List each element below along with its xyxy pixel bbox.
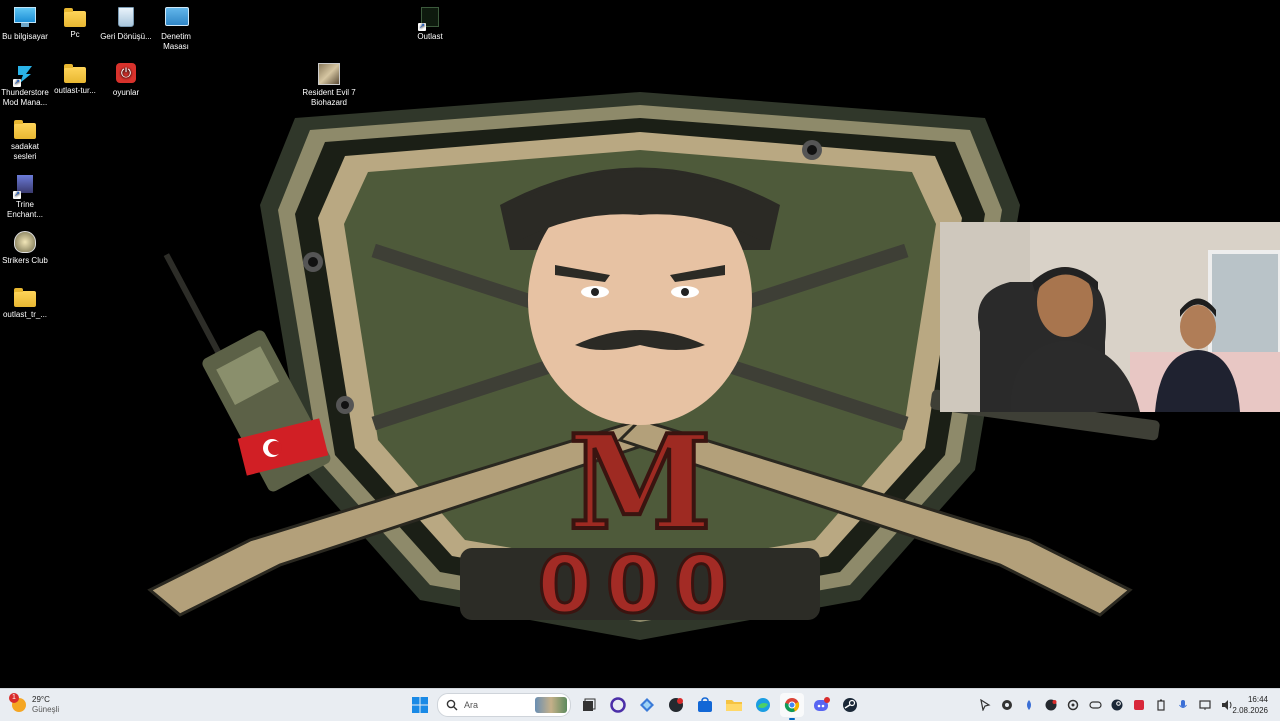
control-panel-icon bbox=[165, 7, 189, 29]
desktop-icon-recycle-bin[interactable]: Geri Dönüşü... bbox=[100, 3, 152, 42]
search-highlight-image bbox=[535, 697, 567, 713]
windows-logo-icon bbox=[412, 697, 428, 713]
taskbar: 1 29°C Güneşli Ara 16:44 2.08.2026 bbox=[0, 688, 1280, 721]
settings-tray-icon[interactable] bbox=[1066, 698, 1080, 712]
desktop-icon-label: sadakat sesleri bbox=[10, 142, 40, 161]
trine-game-icon bbox=[13, 175, 36, 199]
battery-tray-icon[interactable] bbox=[1154, 698, 1168, 712]
desktop-icon-outlast-tr-folder[interactable]: outlast_tr_... bbox=[0, 283, 51, 320]
taskbar-app-store[interactable] bbox=[693, 693, 717, 717]
desktop-icon-label: oyunlar bbox=[112, 88, 140, 97]
resident-evil-game-icon bbox=[318, 63, 340, 85]
droplet-tray-icon[interactable] bbox=[1022, 698, 1036, 712]
search-icon bbox=[446, 699, 458, 711]
taskbar-app-edge[interactable] bbox=[751, 693, 775, 717]
monitor-icon bbox=[14, 7, 36, 29]
sun-weather-icon: 1 bbox=[9, 693, 26, 712]
folder-icon bbox=[726, 700, 742, 711]
desktop-icon-resident-evil-7[interactable]: Resident Evil 7 Biohazard bbox=[302, 59, 356, 108]
folder-icon bbox=[14, 120, 36, 139]
strikers-club-icon bbox=[14, 231, 36, 253]
desktop-icon-trine-enchanted[interactable]: Trine Enchant... bbox=[0, 171, 51, 220]
desktop-icon-label: outlast_tr_... bbox=[2, 310, 48, 319]
chrome-browser-icon bbox=[784, 698, 800, 713]
search-placeholder: Ara bbox=[464, 700, 479, 710]
taskbar-app-github[interactable] bbox=[664, 693, 688, 717]
desktop-icon-label: Bu bilgisayar bbox=[2, 32, 48, 41]
power-button-icon: ⏻ bbox=[115, 63, 137, 85]
thunderstore-icon bbox=[13, 63, 36, 87]
notification-badge: 1 bbox=[9, 693, 19, 703]
taskbar-app-copilot[interactable] bbox=[635, 693, 659, 717]
task-view-button[interactable] bbox=[577, 693, 601, 717]
steam-tray-icon[interactable] bbox=[1110, 698, 1124, 712]
weather-condition: Güneşli bbox=[32, 705, 60, 714]
system-tray bbox=[978, 689, 1242, 721]
clock-time: 16:44 bbox=[1247, 695, 1268, 704]
desktop-icon-pc-folder[interactable]: Pc bbox=[49, 3, 101, 40]
desktop-icon-label: Resident Evil 7 Biohazard bbox=[302, 88, 356, 107]
desktop-icon-label: Thunderstore Mod Mana... bbox=[1, 88, 49, 107]
desktop-icon-control-panel[interactable]: Denetim Masası bbox=[150, 3, 202, 52]
recycle-bin-icon bbox=[115, 7, 137, 29]
discord-icon bbox=[814, 697, 830, 711]
taskbar-app-cortana[interactable] bbox=[606, 693, 630, 717]
webcam-overlay bbox=[940, 222, 1280, 412]
task-view-icon bbox=[583, 698, 596, 711]
weather-temperature: 29°C bbox=[32, 695, 50, 704]
desktop-icon-outlast[interactable]: Outlast bbox=[404, 3, 456, 42]
microphone-tray-icon[interactable] bbox=[1176, 698, 1190, 712]
desktop-icon-thunderstore[interactable]: Thunderstore Mod Mana... bbox=[0, 59, 51, 108]
diamond-app-icon bbox=[640, 698, 654, 712]
desktop-icon-label: Denetim Masası bbox=[161, 32, 191, 51]
taskbar-app-file-explorer[interactable] bbox=[722, 693, 746, 717]
desktop-icon-label: Strikers Club bbox=[2, 256, 48, 265]
start-button[interactable] bbox=[408, 693, 432, 717]
network-tray-icon[interactable] bbox=[1000, 698, 1014, 712]
desktop-icon-label: Outlast bbox=[417, 32, 443, 41]
github-tray-icon[interactable] bbox=[1044, 698, 1058, 712]
steam-icon bbox=[843, 698, 857, 712]
clock-date: 2.08.2026 bbox=[1232, 706, 1268, 715]
desktop-icon-label: Geri Dönüşü... bbox=[100, 32, 152, 41]
edge-browser-icon bbox=[756, 698, 770, 712]
folder-icon bbox=[64, 64, 86, 83]
wallpaper-letter: M bbox=[568, 406, 712, 559]
desktop-icon-outlast-tur-folder[interactable]: outlast-tur... bbox=[49, 59, 101, 96]
desktop-icon-this-pc[interactable]: Bu bilgisayar bbox=[0, 3, 51, 42]
taskbar-app-steam[interactable] bbox=[838, 693, 862, 717]
taskbar-search[interactable]: Ara bbox=[437, 693, 571, 717]
outlast-game-icon bbox=[418, 7, 441, 31]
gamepad-tray-icon[interactable] bbox=[1088, 698, 1102, 712]
taskbar-app-discord[interactable] bbox=[809, 693, 833, 717]
desktop-icon-label: outlast-tur... bbox=[54, 86, 96, 95]
folder-icon bbox=[64, 8, 86, 27]
display-tray-icon[interactable] bbox=[1198, 698, 1212, 712]
wallpaper-digits: 000 bbox=[538, 541, 743, 631]
taskbar-app-chrome[interactable] bbox=[780, 693, 804, 720]
weather-widget[interactable]: 1 29°C Güneşli bbox=[9, 693, 60, 717]
taskbar-clock[interactable]: 16:44 2.08.2026 bbox=[1232, 694, 1268, 716]
desktop-icon-label: Trine Enchant... bbox=[6, 200, 44, 219]
pointer-tray-icon[interactable] bbox=[978, 698, 992, 712]
circle-app-icon bbox=[610, 697, 626, 713]
desktop-icon-label: Pc bbox=[70, 30, 80, 39]
github-icon bbox=[669, 698, 683, 712]
desktop-icon-oyunlar[interactable]: ⏻ oyunlar bbox=[100, 59, 152, 98]
store-icon bbox=[698, 697, 712, 712]
desktop-icon-sadakat-sesleri[interactable]: sadakat sesleri bbox=[0, 115, 51, 162]
desktop-icon-strikers-club[interactable]: Strikers Club bbox=[0, 227, 51, 266]
folder-icon bbox=[14, 288, 36, 307]
red-app-tray-icon[interactable] bbox=[1132, 698, 1146, 712]
